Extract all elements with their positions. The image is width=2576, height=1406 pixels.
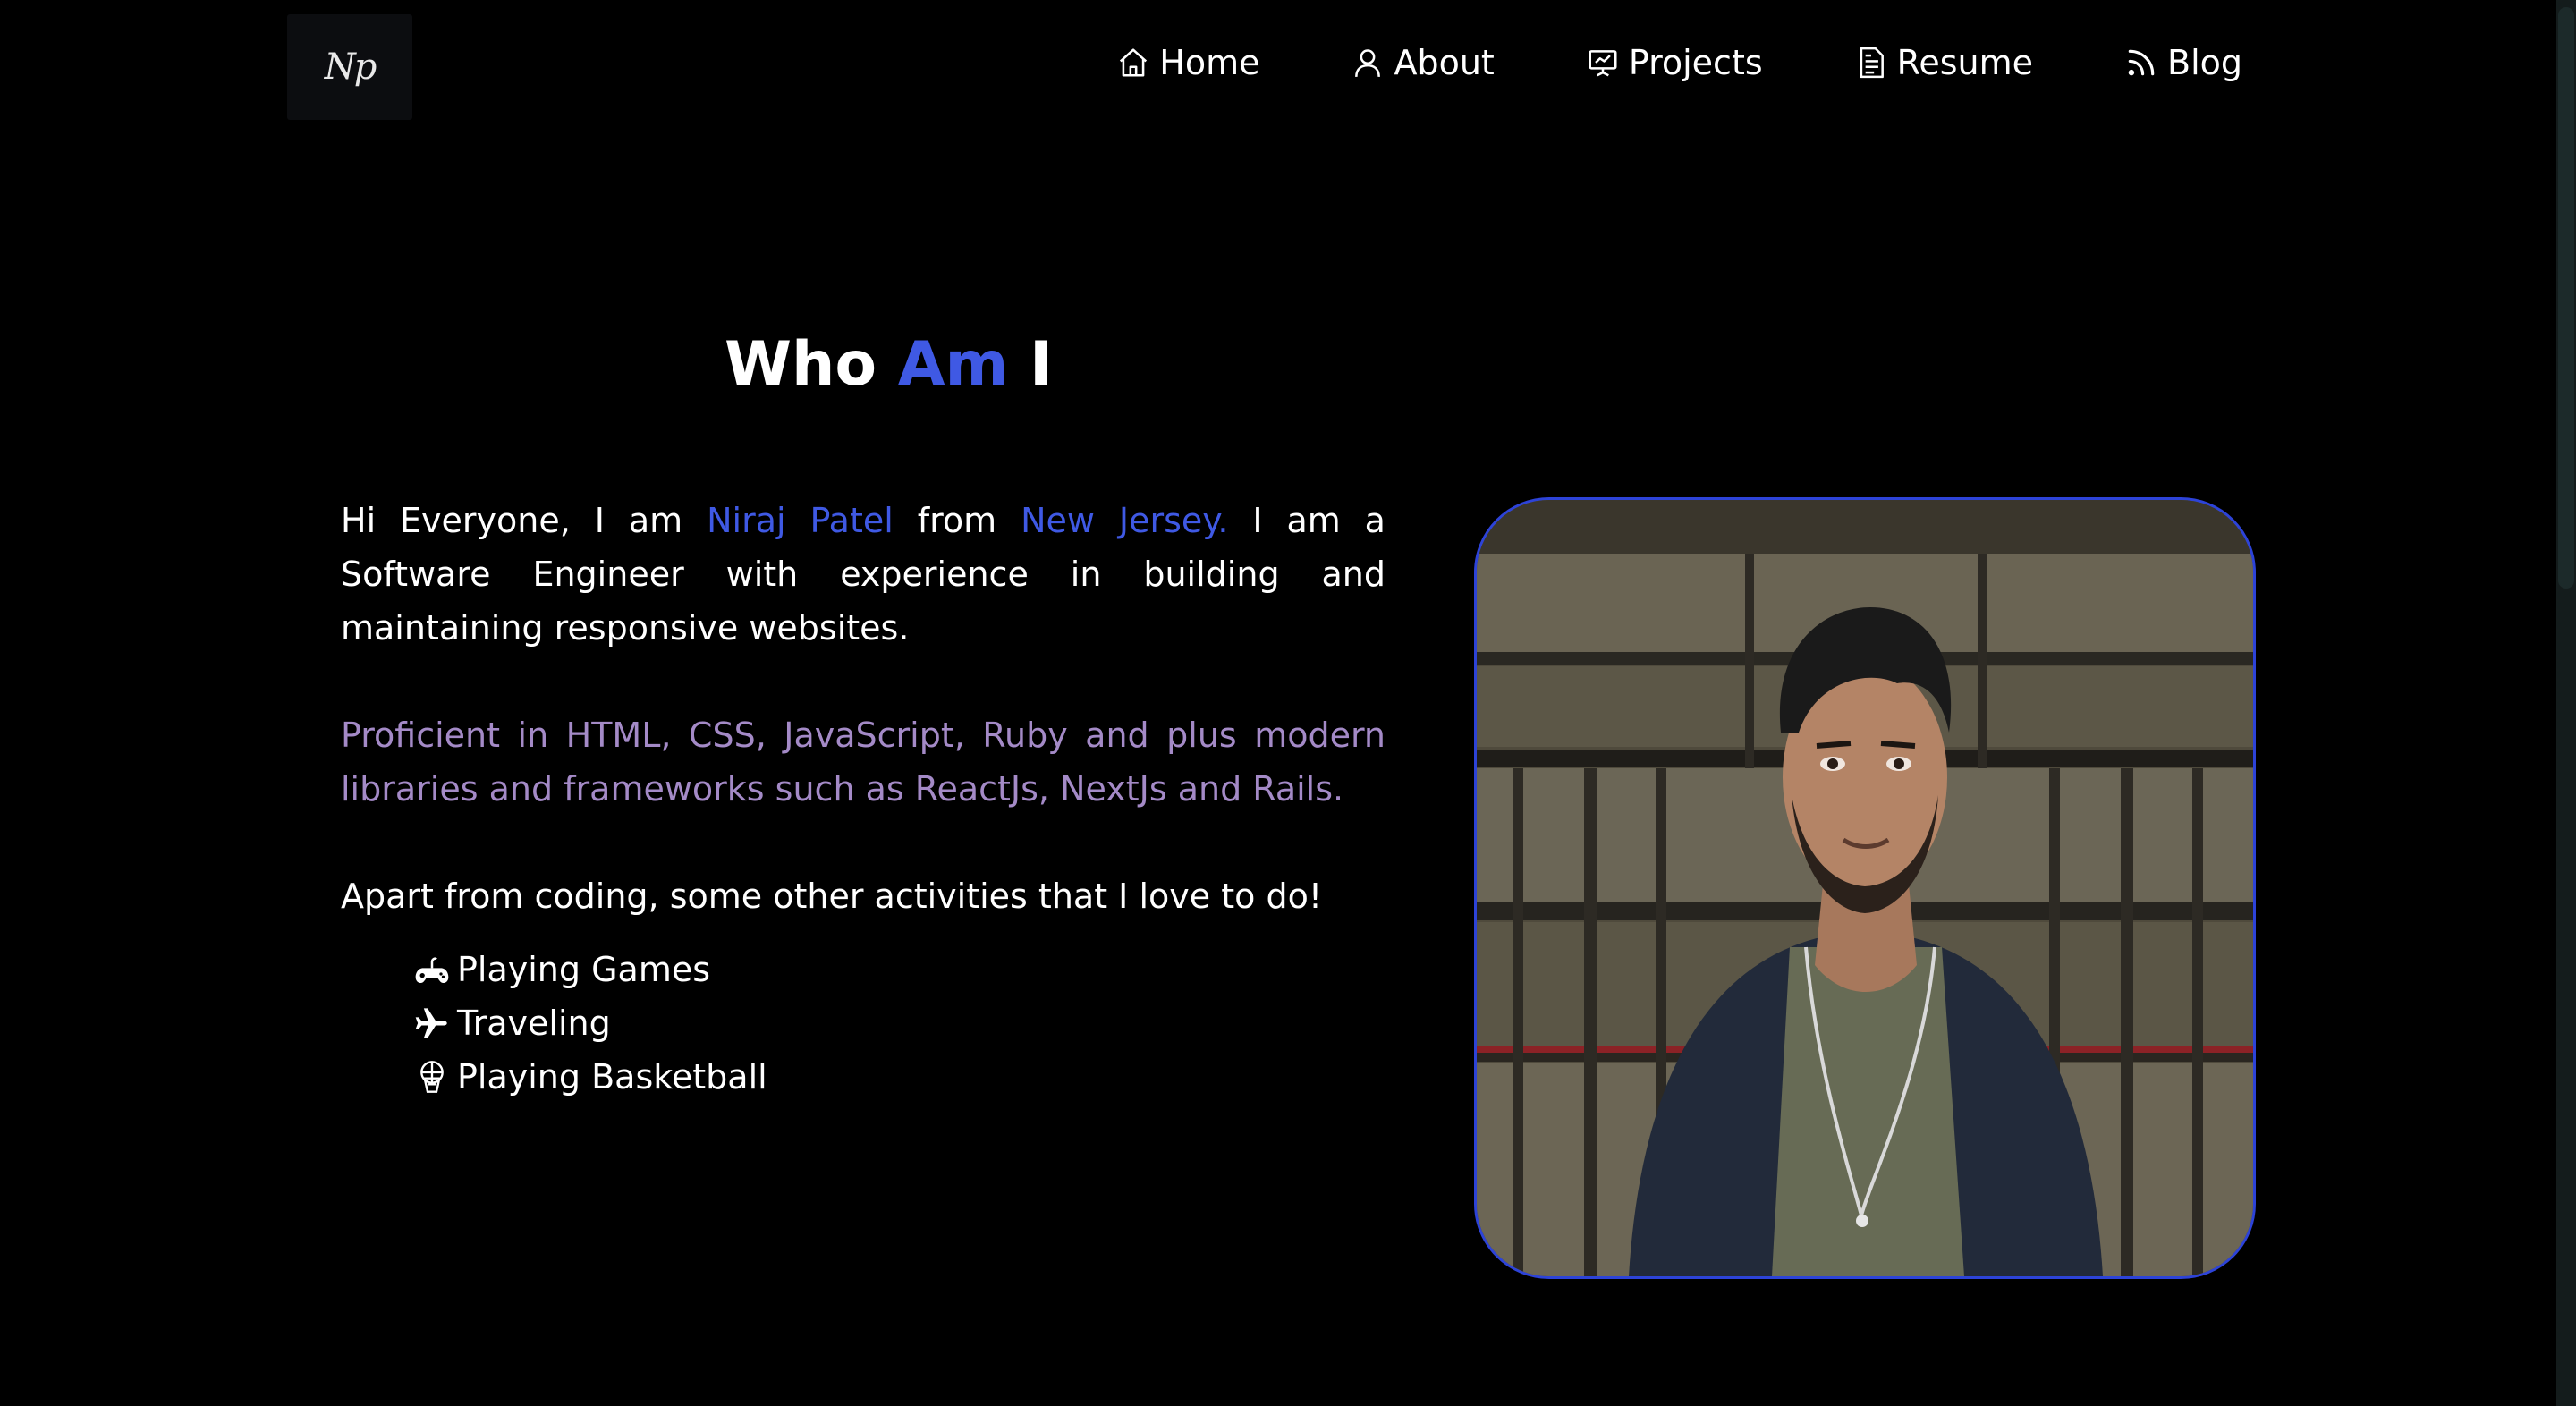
user-icon xyxy=(1355,49,1381,77)
document-icon xyxy=(1860,47,1884,79)
activity-label: Traveling xyxy=(457,1004,611,1043)
intro-paragraph: Hi Everyone, I am Niraj Patel from New J… xyxy=(341,494,1385,655)
nav-blog-label: Blog xyxy=(2167,43,2242,82)
profile-photo xyxy=(1474,497,2256,1279)
activities-intro: Apart from coding, some other activities… xyxy=(341,877,1323,916)
nav-about[interactable]: About xyxy=(1351,43,1495,82)
gamepad-icon xyxy=(415,957,449,983)
page: Np Home About Projects Resume Blog Who A… xyxy=(0,0,2576,1406)
home-icon xyxy=(1120,48,1148,77)
about-heading: Who Am I xyxy=(724,329,1052,400)
activity-item: Traveling xyxy=(414,996,1385,1050)
heading-accent: Am xyxy=(897,329,1009,400)
basketball-hoop-icon xyxy=(420,1061,444,1093)
nav-home[interactable]: Home xyxy=(1116,43,1259,82)
main-nav: Home About Projects Resume Blog xyxy=(1116,36,2242,89)
heading-pre: Who xyxy=(724,329,877,400)
nav-projects-label: Projects xyxy=(1628,43,1763,82)
activity-label: Playing Games xyxy=(457,950,711,989)
activities-list: Playing Games Traveling Playing Basketba… xyxy=(341,943,1385,1104)
nav-projects[interactable]: Projects xyxy=(1586,43,1763,82)
nav-blog[interactable]: Blog xyxy=(2124,43,2242,82)
intro-part-1: Hi Everyone, I am xyxy=(341,501,683,540)
presentation-icon xyxy=(1589,50,1617,77)
nav-home-label: Home xyxy=(1159,43,1260,82)
nav-resume[interactable]: Resume xyxy=(1854,43,2033,82)
scrollbar-thumb[interactable] xyxy=(2558,7,2574,589)
site-logo[interactable]: Np xyxy=(287,14,412,120)
skills-paragraph: Proficient in HTML, CSS, JavaScript, Rub… xyxy=(341,716,1385,809)
about-text: Hi Everyone, I am Niraj Patel from New J… xyxy=(341,494,1385,1104)
activity-label: Playing Basketball xyxy=(457,1057,767,1097)
author-location: New Jersey. xyxy=(1021,501,1229,540)
scrollbar[interactable] xyxy=(2556,0,2576,1406)
heading-post: I xyxy=(1030,329,1053,400)
rss-icon xyxy=(2128,49,2155,76)
logo-text: Np xyxy=(324,47,377,88)
nav-about-label: About xyxy=(1394,43,1495,82)
intro-part-2: from xyxy=(917,501,997,540)
author-name: Niraj Patel xyxy=(707,501,894,540)
activity-item: Playing Games xyxy=(414,943,1385,996)
activity-item: Playing Basketball xyxy=(414,1050,1385,1104)
airplane-icon xyxy=(415,1008,447,1038)
nav-resume-label: Resume xyxy=(1896,43,2033,82)
